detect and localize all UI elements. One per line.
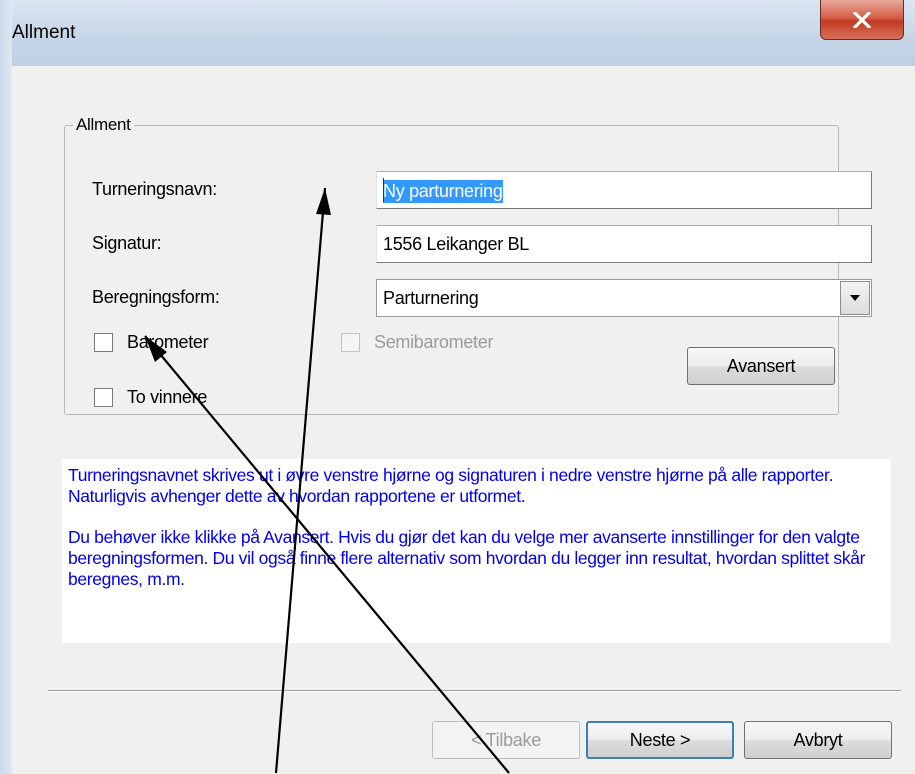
checkbox-box[interactable]: [94, 388, 113, 407]
tournament-name-label: Turneringsnavn:: [92, 179, 217, 199]
signature-input[interactable]: 1556 Leikanger BL: [376, 225, 872, 263]
window-frame-left: [0, 0, 12, 774]
back-button: < Tilbake: [432, 721, 580, 759]
close-x-icon: [853, 11, 871, 28]
dialog-window: Allment Allment Turneringsnavn: Ny partu…: [12, 0, 915, 774]
help-paragraph-1: Turneringsnavnet skrives ut i øvre venst…: [68, 465, 834, 506]
calc-form-value: Parturnering: [383, 288, 479, 308]
cancel-button[interactable]: Avbryt: [744, 721, 892, 759]
group-legend: Allment: [76, 115, 131, 134]
tournament-name-input[interactable]: Ny parturnering: [376, 171, 872, 209]
semibarometer-label: Semibarometer: [374, 332, 494, 352]
calc-form-label: Beregningsform:: [92, 287, 220, 307]
barometer-label: Barometer: [127, 332, 209, 352]
chevron-down-icon: [850, 295, 860, 301]
dialog-content: Allment Turneringsnavn: Ny parturnering …: [26, 70, 915, 774]
checkbox-box: [341, 333, 360, 352]
barometer-checkbox[interactable]: Barometer: [94, 332, 209, 353]
two-winners-checkbox[interactable]: To vinnere: [94, 387, 207, 408]
signature-label: Signatur:: [92, 233, 162, 253]
checkbox-box[interactable]: [94, 333, 113, 352]
advanced-button[interactable]: Avansert: [687, 347, 835, 385]
help-text-panel: Turneringsnavnet skrives ut i øvre venst…: [62, 459, 891, 643]
two-winners-label: To vinnere: [127, 387, 208, 407]
dropdown-arrow-button[interactable]: [840, 281, 870, 315]
semibarometer-checkbox: Semibarometer: [341, 332, 493, 353]
footer-separator-highlight: [48, 691, 901, 692]
title-bar: Allment: [12, 0, 915, 66]
window-title: Allment: [12, 22, 76, 43]
close-button[interactable]: [820, 0, 904, 40]
help-paragraph-2: Du behøver ikke klikke på Avansert. Hvis…: [68, 527, 866, 589]
next-button[interactable]: Neste >: [586, 721, 734, 759]
calc-form-dropdown[interactable]: Parturnering: [376, 279, 872, 317]
signature-value: 1556 Leikanger BL: [383, 234, 530, 254]
tournament-name-value: Ny parturnering: [383, 180, 503, 203]
text-caret: [383, 178, 384, 202]
general-groupbox: Allment Turneringsnavn: Ny parturnering …: [64, 115, 872, 415]
